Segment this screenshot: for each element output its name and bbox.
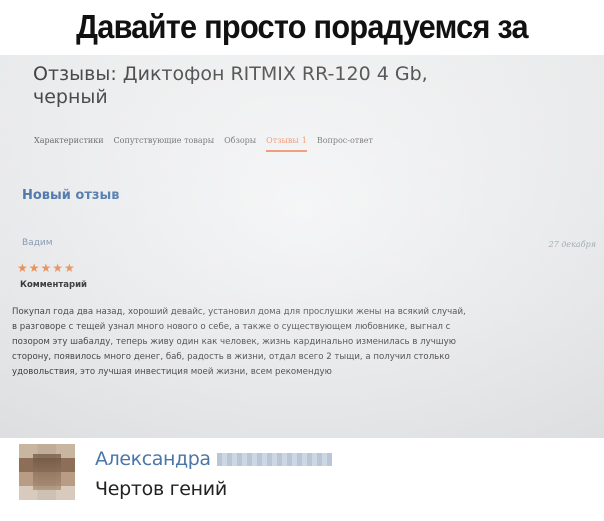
tab-characteristics[interactable]: Характеристики [34,136,104,145]
page-title: Отзывы: Диктофон RITMIX RR-120 4 Gb, чер… [33,63,428,108]
comment-label: Комментарий [20,280,87,290]
review-text: Покупал года два назад, хороший девайс, … [12,305,602,380]
review-text-line: сторону, появилось много денег, баб, рад… [12,352,450,362]
name-censor-blur [217,453,332,466]
new-review-link[interactable]: Новый отзыв [22,188,119,203]
review-text-line: позором эту шабалду, теперь живу один ка… [12,337,456,347]
tab-reviews-count: 1 [301,136,307,145]
star-rating: ★★★★★ [17,261,76,275]
tab-reviews[interactable]: Отзывы 1 [266,136,307,152]
social-comment: Александра Чертов гений [0,438,604,521]
review-author[interactable]: Вадим [22,238,53,248]
tab-reviews-overview[interactable]: Обзоры [224,136,256,145]
review-date: 27 декабря [548,240,596,249]
comment-text: Чертов гений [95,478,227,500]
product-tabs: Характеристики Сопутствующие товары Обзо… [34,136,383,152]
screenshot-photo: Отзывы: Диктофон RITMIX RR-120 4 Gb, чер… [0,55,604,438]
review-text-line: в разговоре с тещей узнал много нового о… [12,322,451,332]
tab-questions[interactable]: Вопрос-ответ [317,136,373,145]
tab-related-products[interactable]: Сопутствующие товары [114,136,215,145]
tab-reviews-label: Отзывы [266,136,299,145]
avatar[interactable] [19,444,75,500]
review-text-line: Покупал года два назад, хороший девайс, … [12,307,466,317]
review-text-line: удовольствия, это лучшая инвестиция моей… [12,367,332,377]
commenter-name[interactable]: Александра [95,448,211,470]
